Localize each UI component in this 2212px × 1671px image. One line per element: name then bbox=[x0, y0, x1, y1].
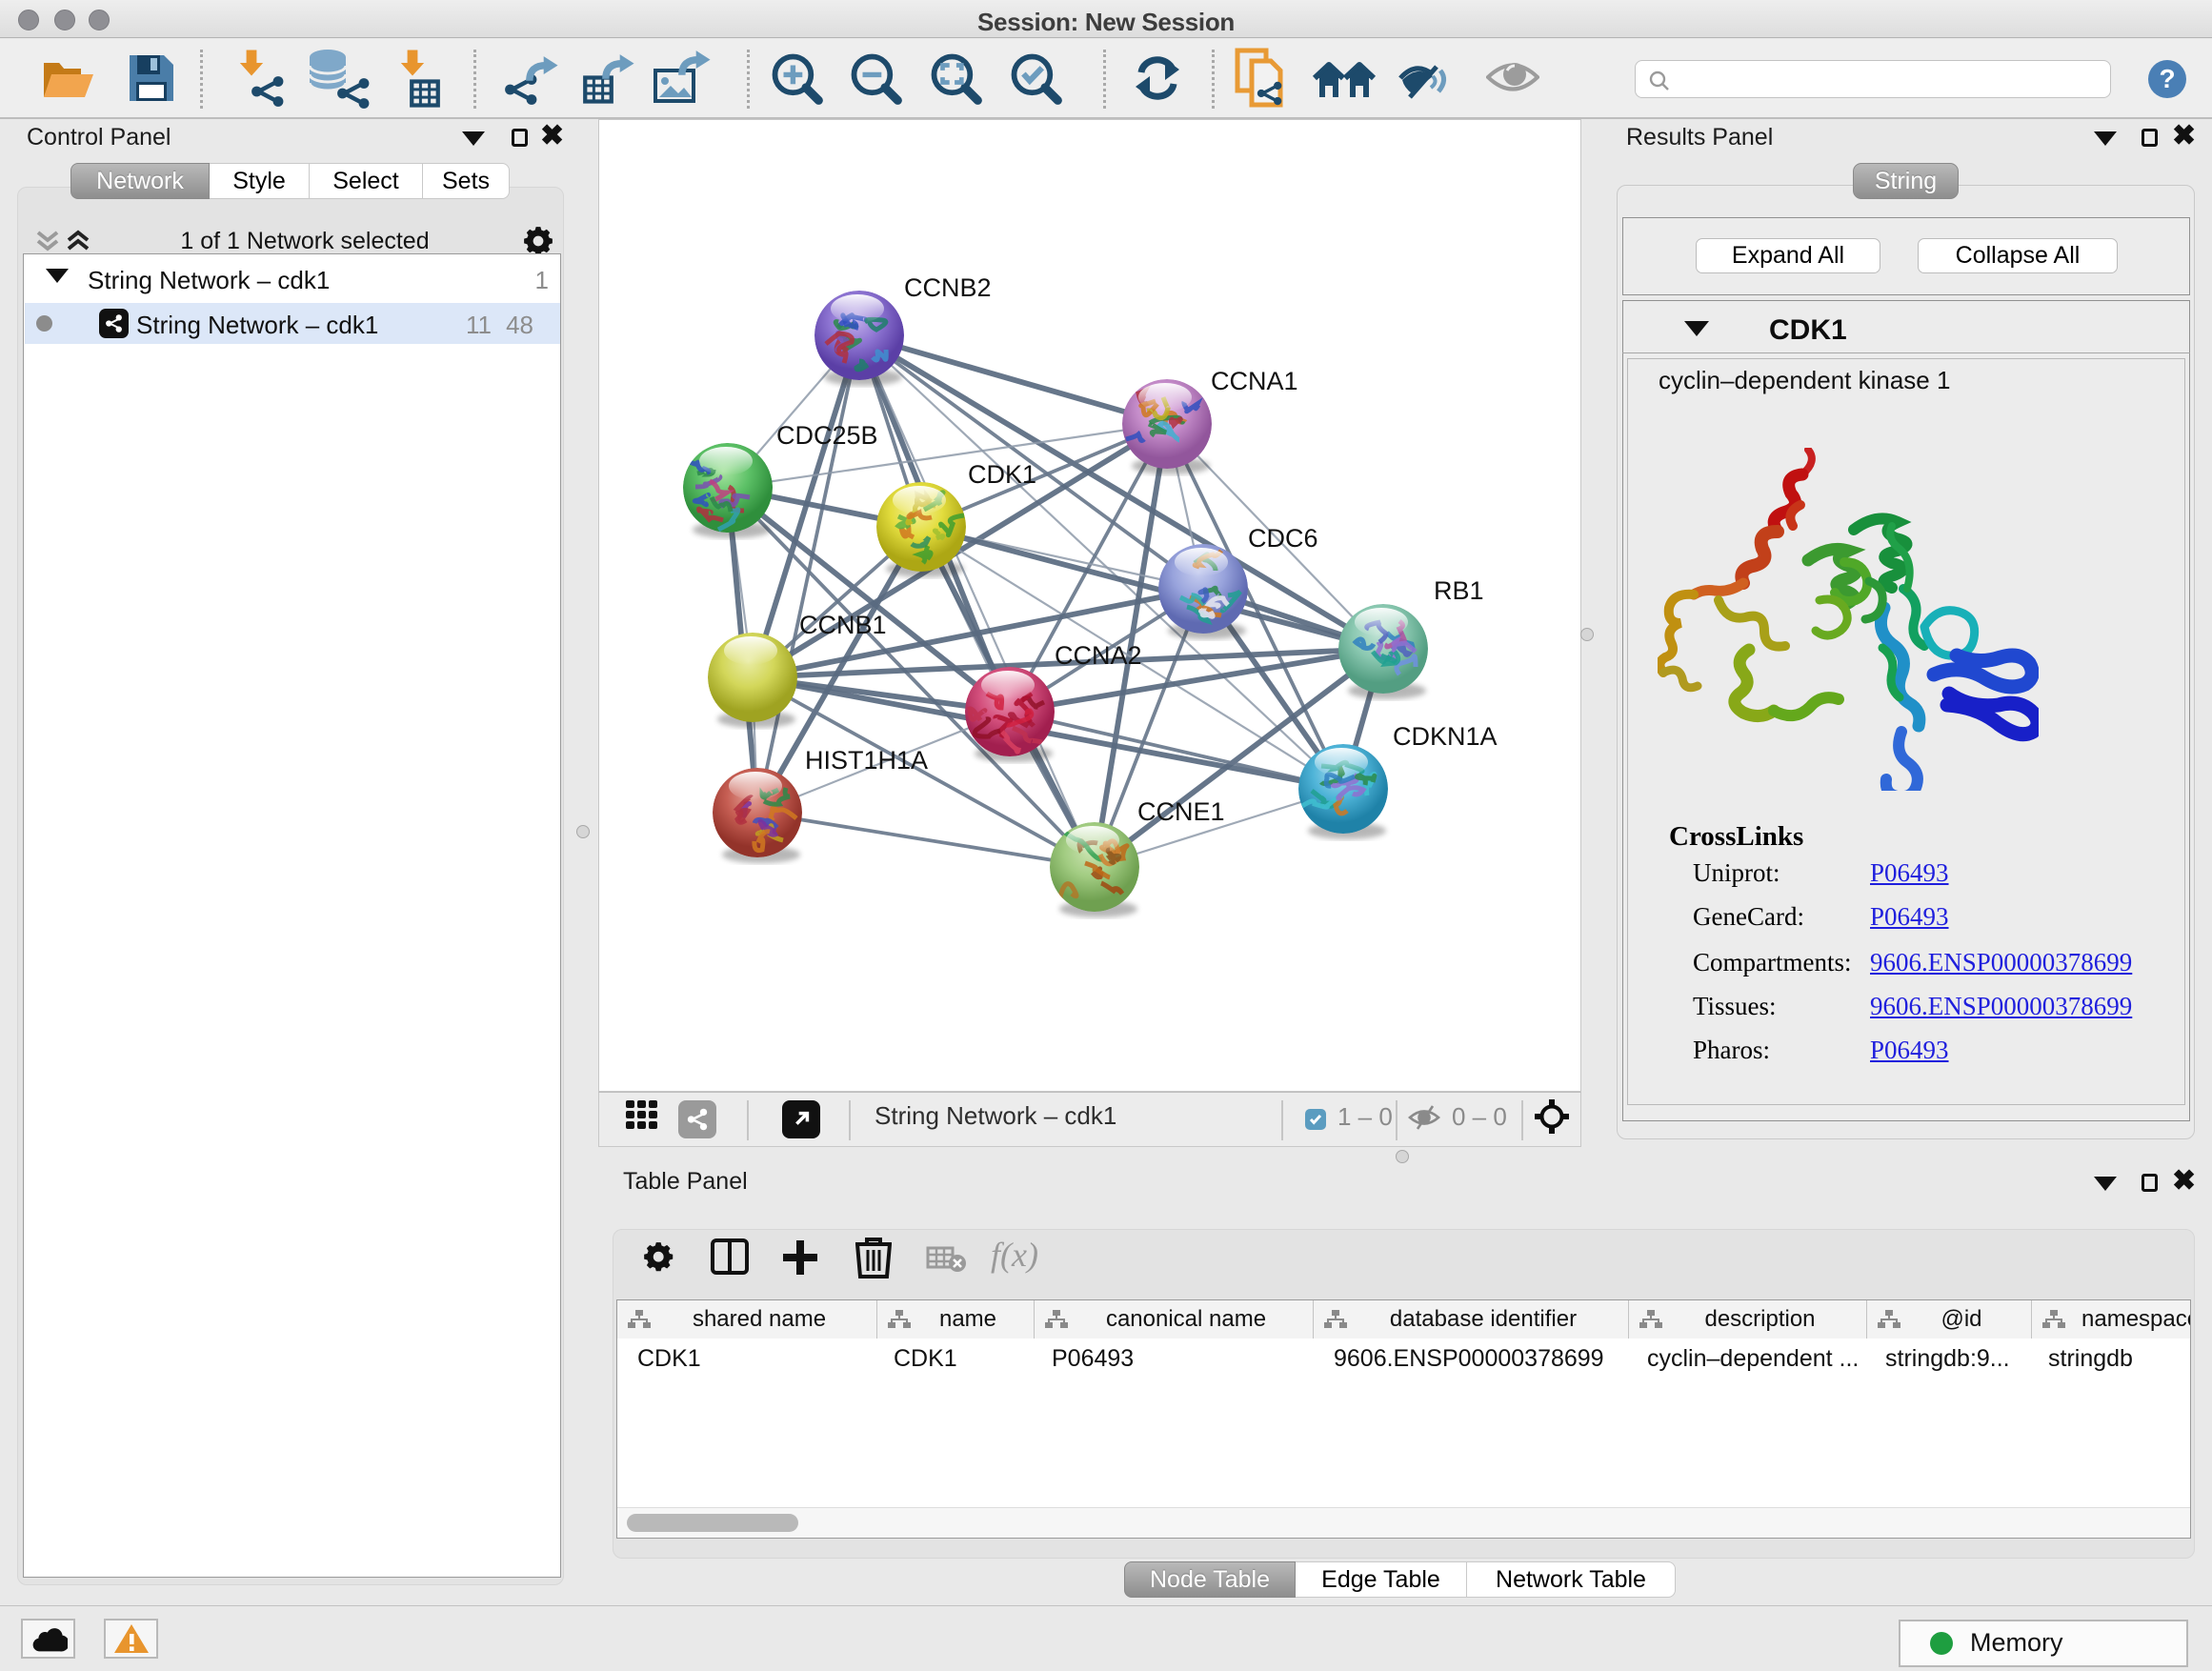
svg-text:RB1: RB1 bbox=[1434, 576, 1484, 605]
svg-text:CCNE1: CCNE1 bbox=[1137, 797, 1225, 826]
svg-text:?: ? bbox=[2159, 64, 2175, 93]
svg-text:CCNB1: CCNB1 bbox=[799, 611, 887, 639]
svg-text:CDK1: CDK1 bbox=[968, 460, 1036, 489]
svg-text:CCNA2: CCNA2 bbox=[1055, 641, 1142, 670]
svg-text:HIST1H1A: HIST1H1A bbox=[805, 746, 928, 775]
svg-text:CCNB2: CCNB2 bbox=[904, 273, 992, 302]
svg-text:CDC6: CDC6 bbox=[1248, 524, 1318, 553]
svg-text:CCNA1: CCNA1 bbox=[1211, 367, 1298, 395]
svg-text:CDKN1A: CDKN1A bbox=[1393, 722, 1498, 751]
svg-text:CDC25B: CDC25B bbox=[776, 421, 878, 450]
